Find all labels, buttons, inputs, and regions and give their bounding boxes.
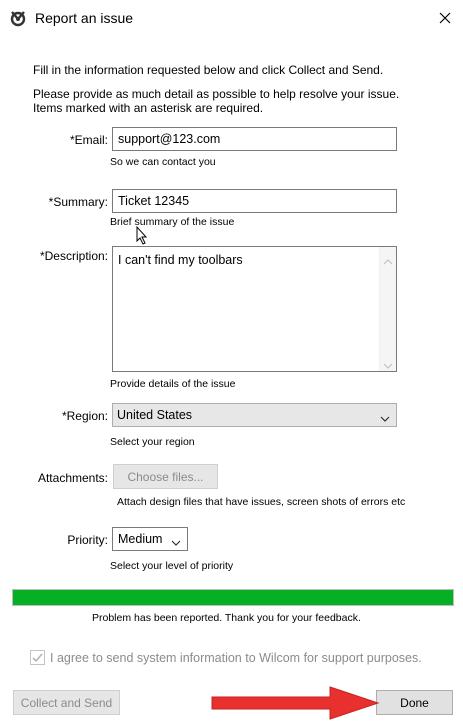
- description-hint: Provide details of the issue: [110, 378, 236, 390]
- region-value: United States: [117, 408, 193, 422]
- checkmark-icon: [31, 651, 44, 668]
- region-select[interactable]: United States: [112, 403, 397, 427]
- description-text: I can't find my toolbars: [118, 253, 243, 267]
- collect-and-send-button[interactable]: Collect and Send: [13, 690, 120, 715]
- choose-files-button[interactable]: Choose files...: [113, 464, 218, 489]
- progress-bar: [12, 589, 454, 606]
- region-label: *Region:: [61, 409, 108, 423]
- priority-value: Medium: [118, 532, 163, 546]
- text-cursor-icon: [135, 225, 149, 245]
- status-message: Problem has been reported. Thank you for…: [92, 612, 361, 624]
- scroll-up-icon[interactable]: [383, 253, 393, 265]
- scroll-down-icon[interactable]: [383, 357, 393, 369]
- report-issue-dialog: Report an issue Fill in the information …: [0, 0, 463, 725]
- summary-hint: Brief summary of the issue: [110, 216, 235, 228]
- done-button[interactable]: Done: [376, 690, 453, 715]
- description-label: *Description:: [39, 249, 108, 263]
- intro-text: Fill in the information requested below …: [33, 63, 384, 77]
- email-field[interactable]: support@123.com: [112, 127, 397, 151]
- window-title: Report an issue: [35, 10, 134, 26]
- priority-hint: Select your level of priority: [110, 560, 234, 572]
- red-arrow-annotation-icon: [210, 685, 380, 721]
- email-hint: So we can contact you: [110, 156, 216, 168]
- description-textarea[interactable]: I can't find my toolbars: [112, 246, 397, 372]
- progress-fill: [13, 590, 453, 605]
- summary-field[interactable]: Ticket 12345: [112, 189, 397, 213]
- chevron-down-icon: [380, 412, 390, 422]
- attachments-label: Attachments:: [37, 471, 108, 485]
- region-hint: Select your region: [110, 436, 195, 448]
- summary-label: *Summary:: [48, 195, 108, 209]
- consent-checkbox[interactable]: [30, 650, 45, 665]
- wilcom-logo-icon: [8, 8, 28, 28]
- priority-label: Priority:: [67, 533, 108, 547]
- required-note: Items marked with an asterisk are requir…: [33, 101, 264, 115]
- description-scrollbar[interactable]: [379, 247, 396, 371]
- priority-select[interactable]: Medium: [112, 527, 188, 551]
- intro-detail-text: Please provide as much detail as possibl…: [33, 87, 400, 101]
- email-label: *Email:: [69, 133, 108, 147]
- attachments-hint: Attach design files that have issues, sc…: [117, 496, 406, 508]
- consent-label: I agree to send system information to Wi…: [50, 651, 422, 665]
- title-bar: Report an issue: [0, 0, 463, 36]
- chevron-down-icon: [171, 536, 181, 546]
- close-icon[interactable]: [432, 6, 458, 30]
